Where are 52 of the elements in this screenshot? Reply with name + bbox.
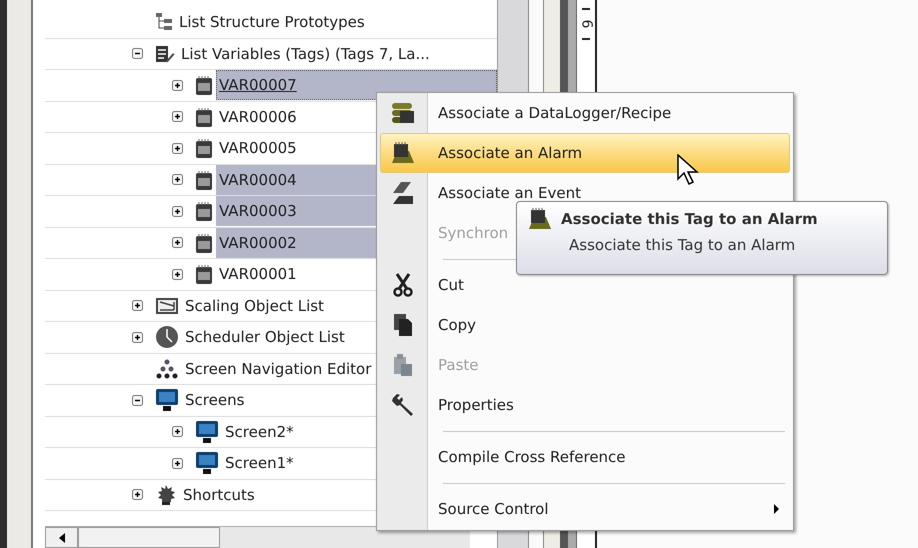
scrollbar[interactable]	[45, 526, 470, 548]
node-tree-icon	[155, 358, 179, 379]
tag-icon	[195, 232, 213, 253]
expander[interactable]	[171, 78, 184, 92]
scissors-icon	[393, 273, 413, 297]
tag-icon	[195, 264, 213, 284]
monitor-icon	[195, 420, 219, 444]
menu-item[interactable]: Copy	[380, 305, 790, 345]
expander[interactable]	[131, 299, 144, 312]
expander[interactable]	[131, 394, 144, 407]
tag-icon	[195, 201, 213, 222]
clock-icon	[155, 325, 179, 350]
menu-item[interactable]: Associate an Alarm	[380, 133, 790, 173]
monitor-icon	[195, 451, 219, 476]
menu-item[interactable]: Compile Cross Reference	[380, 437, 790, 477]
tag-icon	[195, 75, 213, 96]
left-arrow-icon	[58, 532, 64, 542]
event-icon	[391, 181, 415, 205]
alarm-icon	[527, 208, 553, 230]
tooltip-text: Associate this Tag to an Alarm	[569, 236, 796, 254]
mouse-cursor-icon	[677, 154, 699, 186]
tree-item[interactable]: List Structure Prototypes	[176, 7, 497, 38]
tooltip-title: Associate this Tag to an Alarm	[561, 210, 818, 228]
expander[interactable]	[171, 173, 184, 186]
hierarchy-icon	[155, 12, 173, 32]
list-edit-icon	[155, 44, 175, 64]
scaling-icon	[155, 296, 179, 316]
expander[interactable]	[171, 110, 184, 124]
database-icon	[391, 102, 415, 124]
tree-item[interactable]: List Variables (Tags) (Tags 7, La...	[178, 38, 497, 69]
tag-icon	[195, 106, 213, 127]
tag-icon	[195, 170, 213, 190]
expander[interactable]	[171, 425, 184, 438]
expander[interactable]	[171, 268, 184, 281]
menu-item[interactable]: Properties	[380, 385, 790, 425]
ruler-label: 6	[578, 20, 594, 28]
expander[interactable]	[131, 488, 144, 502]
expander[interactable]	[171, 456, 184, 470]
alarm-icon	[390, 142, 416, 164]
expander[interactable]	[131, 330, 144, 344]
scroll-thumb[interactable]	[78, 527, 220, 548]
tag-icon	[195, 138, 213, 158]
wrench-icon	[391, 393, 415, 417]
expander[interactable]	[131, 47, 144, 60]
clipboard-icon	[393, 353, 413, 377]
menu-item[interactable]: Source Control	[380, 489, 790, 529]
expander[interactable]	[171, 236, 184, 250]
scroll-left-button[interactable]	[45, 527, 78, 548]
expander[interactable]	[171, 142, 184, 155]
expander[interactable]	[171, 204, 184, 218]
copy-icon	[393, 313, 413, 337]
monitor-icon	[155, 388, 179, 412]
